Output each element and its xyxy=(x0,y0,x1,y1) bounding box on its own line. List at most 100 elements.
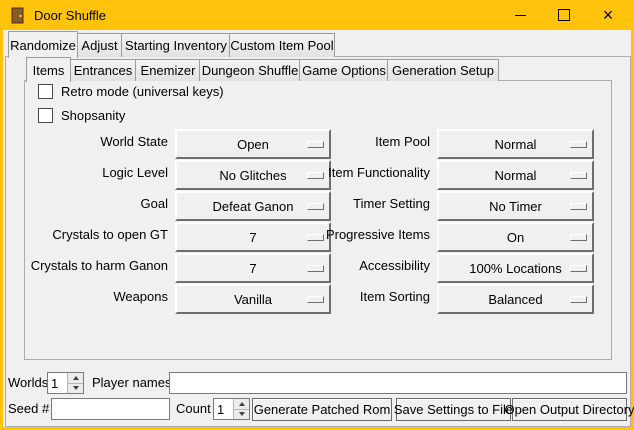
world-state-dropdown[interactable]: Open xyxy=(175,129,331,159)
arrow-down-icon xyxy=(73,386,79,390)
tab-label: Game Options xyxy=(302,63,386,78)
dropdown-value: 7 xyxy=(249,230,256,245)
item-pool-dropdown[interactable]: Normal xyxy=(437,129,594,159)
menu-indicator-icon xyxy=(570,234,587,241)
window-title: Door Shuffle xyxy=(34,8,106,23)
spin-up-button[interactable] xyxy=(234,399,249,409)
maximize-icon xyxy=(558,9,570,21)
timer-setting-label: Timer Setting xyxy=(315,191,430,217)
world-state-label: World State xyxy=(20,129,168,155)
tab-label: Adjust xyxy=(81,38,117,53)
menu-indicator-icon xyxy=(570,203,587,210)
arrow-down-icon xyxy=(239,412,245,416)
worlds-spinbox xyxy=(47,372,84,394)
dropdown-value: On xyxy=(507,230,524,245)
dropdown-value: Balanced xyxy=(488,292,542,307)
window-controls: × xyxy=(498,0,630,30)
item-pool-label: Item Pool xyxy=(315,129,430,155)
tab-items[interactable]: Items xyxy=(26,57,71,82)
menu-indicator-icon xyxy=(570,172,587,179)
dropdown-value: No Glitches xyxy=(219,168,286,183)
spin-down-button[interactable] xyxy=(234,409,249,420)
menu-indicator-icon xyxy=(570,141,587,148)
progressive-items-dropdown[interactable]: On xyxy=(437,222,594,252)
arrow-up-icon xyxy=(73,376,79,380)
spin-arrows xyxy=(233,399,249,419)
dropdown-value: Normal xyxy=(495,137,537,152)
tab-adjust[interactable]: Adjust xyxy=(76,33,123,57)
save-settings-button[interactable]: Save Settings to File xyxy=(396,398,511,421)
dropdown-value: 100% Locations xyxy=(469,261,562,276)
seed-input[interactable] xyxy=(51,398,170,420)
item-sorting-label: Item Sorting xyxy=(315,284,430,310)
dropdown-value: Vanilla xyxy=(234,292,272,307)
accessibility-dropdown[interactable]: 100% Locations xyxy=(437,253,594,283)
dropdown-value: Normal xyxy=(495,168,537,183)
tab-label: Randomize xyxy=(10,38,76,53)
checkbox-icon xyxy=(38,84,53,99)
tab-label: Custom Item Pool xyxy=(230,38,333,53)
tab-label: Enemizer xyxy=(141,63,196,78)
logic-level-label: Logic Level xyxy=(20,160,168,186)
door-icon xyxy=(9,7,26,24)
tab-enemizer[interactable]: Enemizer xyxy=(135,59,201,81)
accessibility-label: Accessibility xyxy=(315,253,430,279)
item-sorting-dropdown[interactable]: Balanced xyxy=(437,284,594,314)
worlds-input[interactable] xyxy=(48,373,67,393)
checkbox-label: Retro mode (universal keys) xyxy=(61,84,224,99)
open-output-directory-button[interactable]: Open Output Directory xyxy=(512,398,627,421)
app-window: Door Shuffle × Randomize Adjust Starting… xyxy=(0,0,634,430)
item-functionality-label: Item Functionality xyxy=(315,160,430,186)
tab-label: Starting Inventory xyxy=(125,38,227,53)
weapons-label: Weapons xyxy=(20,284,168,310)
shopsanity-checkbox[interactable]: Shopsanity xyxy=(38,108,125,123)
player-names-input[interactable] xyxy=(169,372,627,394)
count-spinbox xyxy=(213,398,250,420)
seed-label: Seed # xyxy=(8,398,49,420)
tab-label: Generation Setup xyxy=(392,63,494,78)
checkbox-icon xyxy=(38,108,53,123)
arrow-up-icon xyxy=(239,402,245,406)
dropdown-value: Defeat Ganon xyxy=(213,199,294,214)
progressive-items-label: Progressive Items xyxy=(315,222,430,248)
tab-generation-setup[interactable]: Generation Setup xyxy=(387,59,499,81)
close-button[interactable]: × xyxy=(586,0,630,30)
crystals-open-gt-label: Crystals to open GT xyxy=(20,222,168,248)
spin-arrows xyxy=(67,373,83,393)
minimize-icon xyxy=(515,15,526,16)
menu-indicator-icon xyxy=(570,296,587,303)
spin-up-button[interactable] xyxy=(68,373,83,383)
crystals-harm-ganon-dropdown[interactable]: 7 xyxy=(175,253,331,283)
titlebar[interactable]: Door Shuffle × xyxy=(0,0,634,30)
tab-starting-inventory[interactable]: Starting Inventory xyxy=(121,33,231,57)
goal-dropdown[interactable]: Defeat Ganon xyxy=(175,191,331,221)
tab-label: Dungeon Shuffle xyxy=(202,63,299,78)
crystals-harm-ganon-label: Crystals to harm Ganon xyxy=(20,253,168,279)
menu-indicator-icon xyxy=(570,265,587,272)
tab-game-options[interactable]: Game Options xyxy=(299,59,389,81)
crystals-open-gt-dropdown[interactable]: 7 xyxy=(175,222,331,252)
minimize-button[interactable] xyxy=(498,0,542,30)
tab-entrances[interactable]: Entrances xyxy=(69,59,137,81)
count-input[interactable] xyxy=(214,399,233,419)
count-label: Count xyxy=(176,398,211,420)
tab-dungeon-shuffle[interactable]: Dungeon Shuffle xyxy=(199,59,301,81)
retro-mode-checkbox[interactable]: Retro mode (universal keys) xyxy=(38,84,224,99)
goal-label: Goal xyxy=(20,191,168,217)
player-names-label: Player names xyxy=(92,372,171,394)
tab-label: Entrances xyxy=(74,63,133,78)
dropdown-value: 7 xyxy=(249,261,256,276)
spin-down-button[interactable] xyxy=(68,383,83,394)
generate-patched-rom-button[interactable]: Generate Patched Rom xyxy=(252,398,392,421)
checkbox-label: Shopsanity xyxy=(61,108,125,123)
tab-custom-item-pool[interactable]: Custom Item Pool xyxy=(229,33,335,57)
close-icon: × xyxy=(603,6,614,24)
timer-setting-dropdown[interactable]: No Timer xyxy=(437,191,594,221)
tab-label: Items xyxy=(33,63,65,78)
maximize-button[interactable] xyxy=(542,0,586,30)
tab-randomize[interactable]: Randomize xyxy=(8,31,78,58)
item-functionality-dropdown[interactable]: Normal xyxy=(437,160,594,190)
dropdown-value: Open xyxy=(237,137,269,152)
logic-level-dropdown[interactable]: No Glitches xyxy=(175,160,331,190)
weapons-dropdown[interactable]: Vanilla xyxy=(175,284,331,314)
